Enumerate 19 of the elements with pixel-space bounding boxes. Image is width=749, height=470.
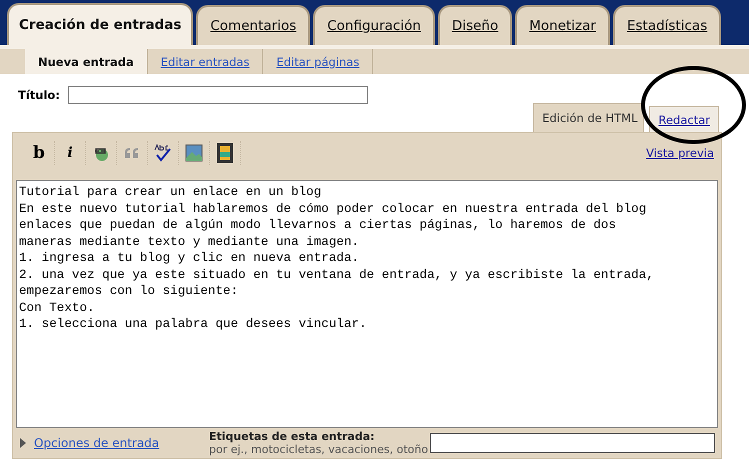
title-label: Título:	[18, 88, 60, 102]
sub-tab[interactable]: Nueva entrada	[25, 49, 148, 74]
post-body-textarea[interactable]: Tutorial para crear un enlace en un blog En este nuevo tutorial hablaremos de cómo poder colocar en nuestra entrada del blog enlaces que puedan de algún modo llevarnos a ciertas páginas, lo haremos de dos maneras mediante texto y mediante una imagen. 1. ingresa a tu blog y clic en nueva entrada. 2. una vez que ya este situado en tu ventana de entrada, y ya escribiste la entrada, empezaremos con lo siguiente: Con Texto. 1. selecciona una palabra que desees vincular.	[16, 180, 718, 428]
main-tab[interactable]: Configuración	[313, 5, 435, 45]
editor-mode-tab[interactable]: Redactar	[649, 106, 719, 132]
post-options-link[interactable]: Opciones de entrada	[34, 436, 209, 450]
main-tab[interactable]: Comentarios	[196, 5, 310, 45]
main-tab[interactable]: Estadísticas	[612, 5, 722, 45]
main-tab[interactable]: Monetizar	[515, 5, 610, 45]
sub-tab[interactable]: Editar entradas	[148, 49, 264, 74]
bold-button[interactable]: b	[33, 143, 45, 163]
sub-tab[interactable]: Editar páginas	[263, 49, 374, 74]
preview-link[interactable]: Vista previa	[646, 146, 714, 160]
italic-button[interactable]: i	[67, 145, 73, 161]
main-tab[interactable]: Diseño	[438, 5, 512, 45]
labels-hint: por ej., motocicletas, vacaciones, otoño	[209, 443, 428, 456]
editor-mode-tab[interactable]: Edición de HTML	[533, 103, 644, 132]
labels-label: Etiquetas de esta entrada:	[209, 430, 376, 443]
main-tab[interactable]: Creación de entradas	[7, 3, 194, 45]
